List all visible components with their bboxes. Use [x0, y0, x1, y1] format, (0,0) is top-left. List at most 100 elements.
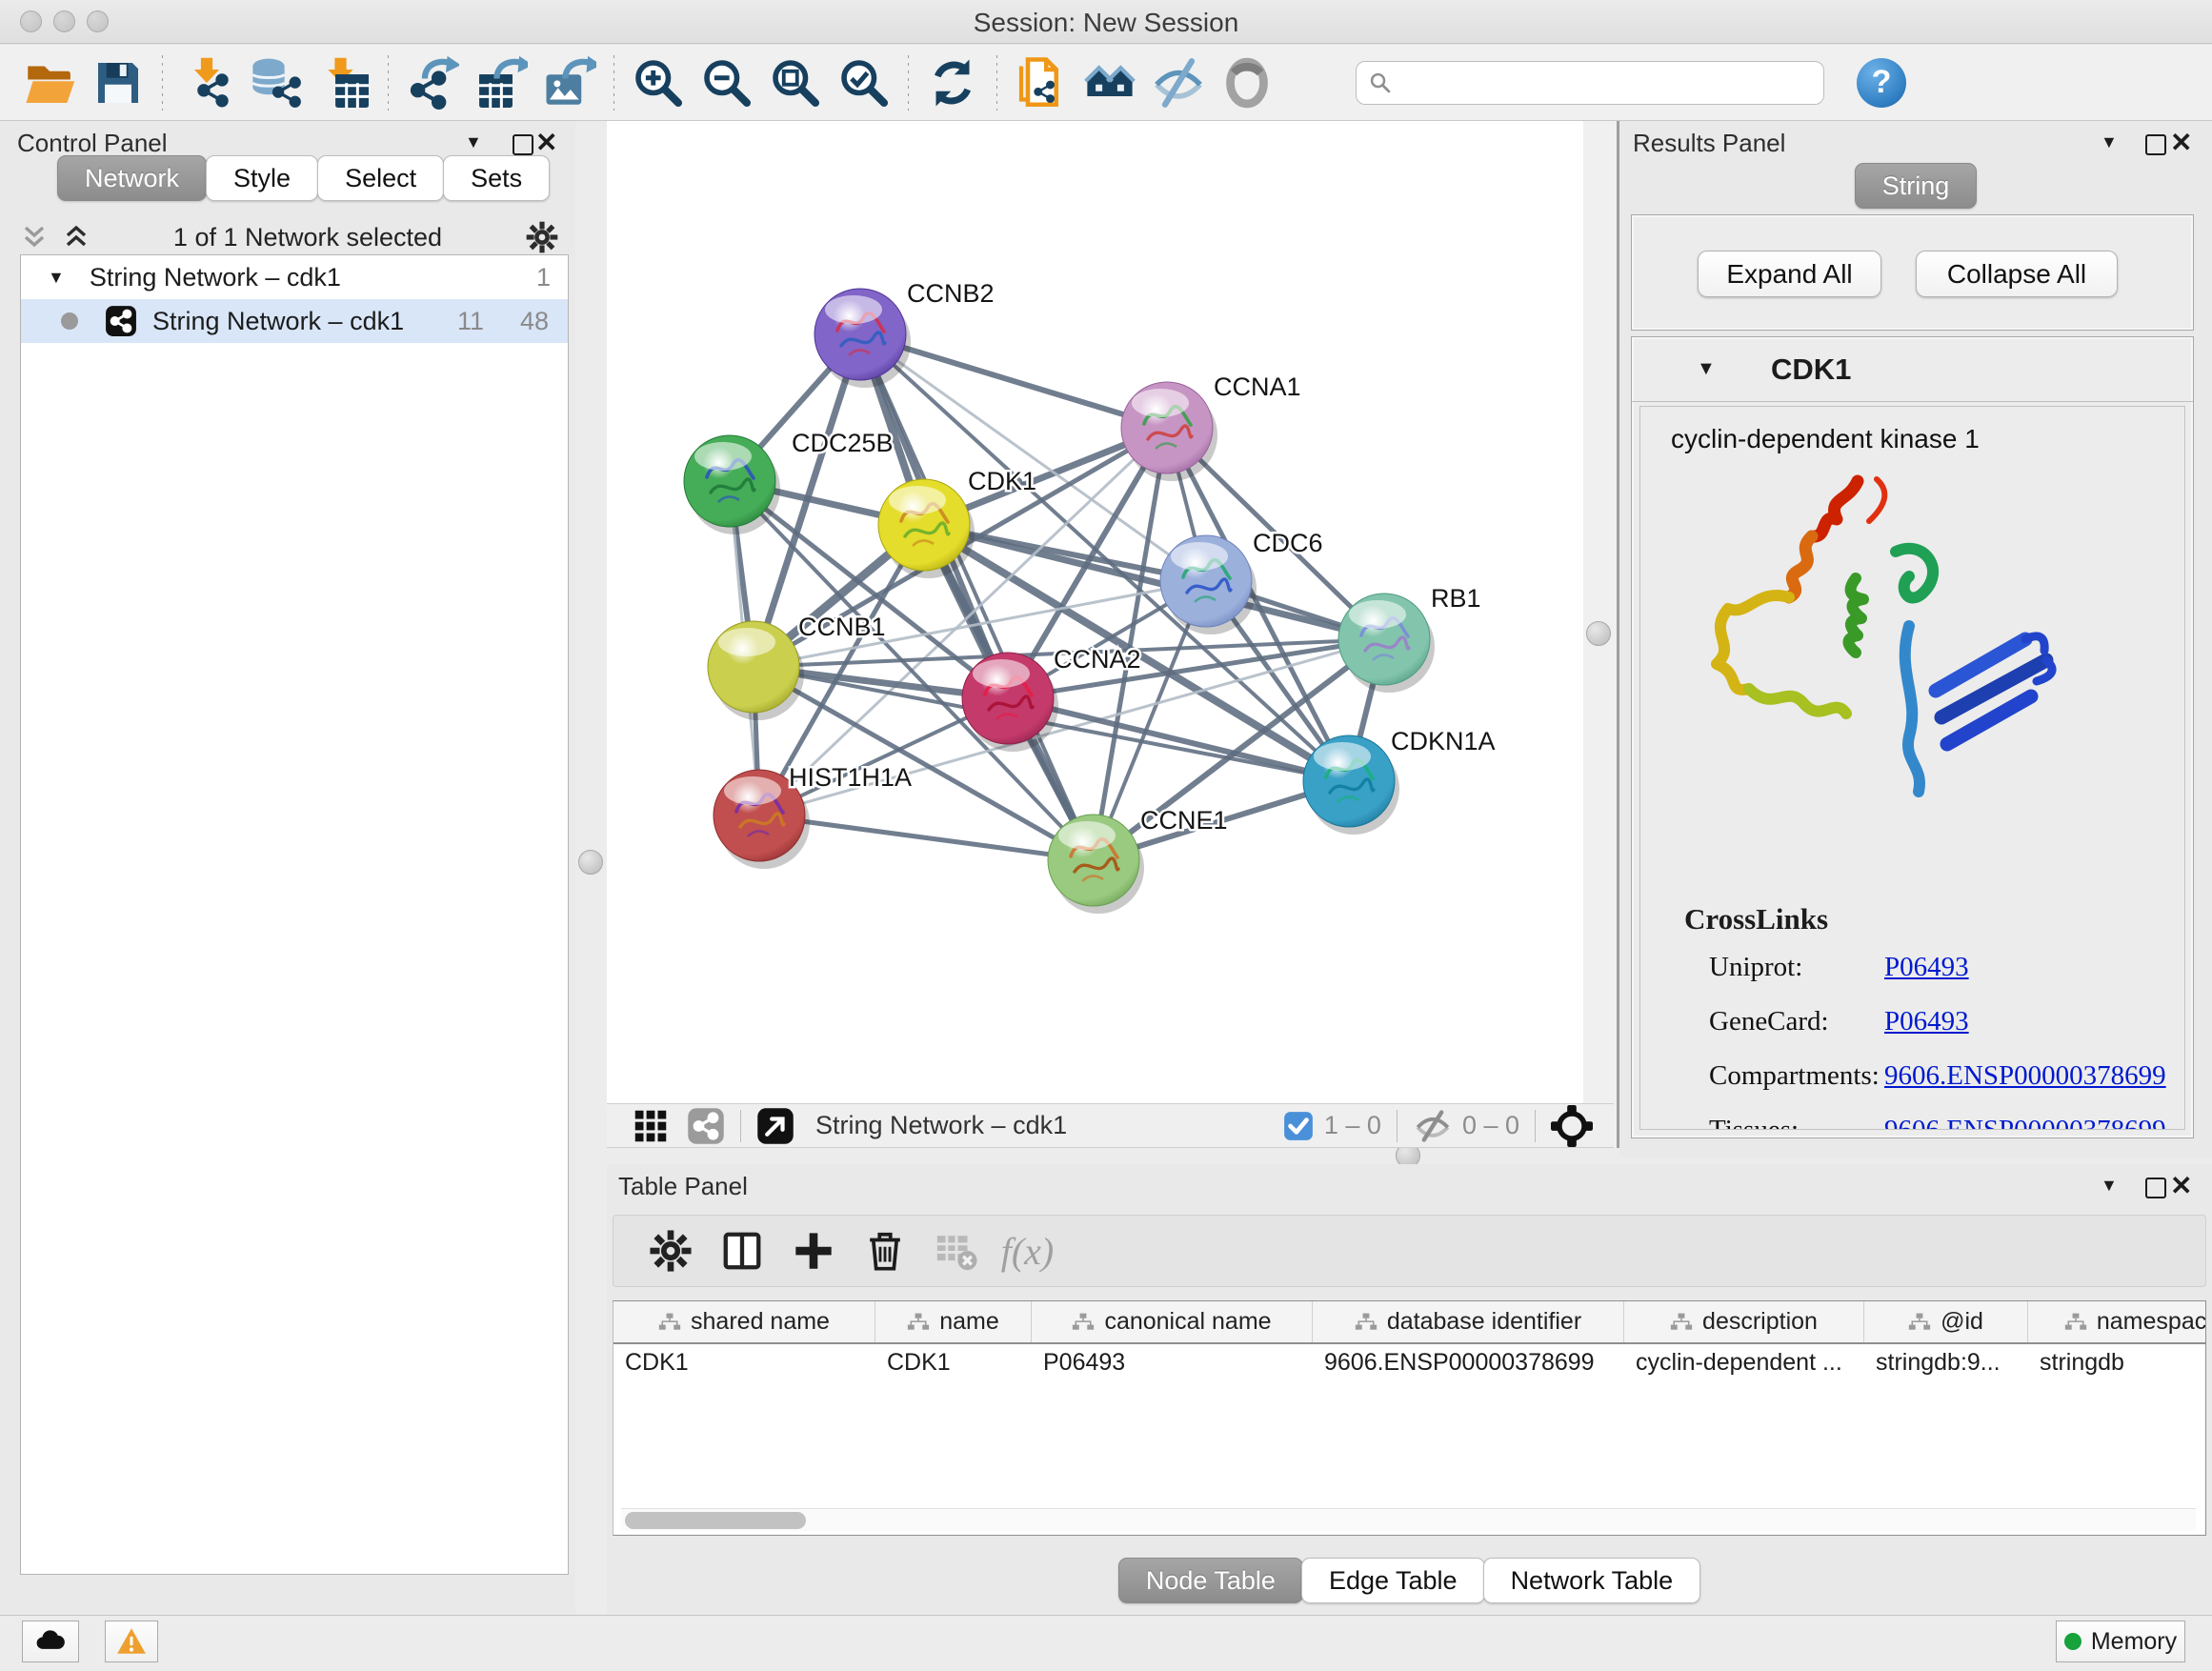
- network-node-RB1[interactable]: [1338, 594, 1435, 693]
- tree-expander-icon[interactable]: ▼: [48, 268, 65, 288]
- node-label-CCNE1: CCNE1: [1140, 806, 1228, 835]
- column-header--id[interactable]: @id: [1864, 1301, 2028, 1342]
- column-header-canonical-name[interactable]: canonical name: [1032, 1301, 1313, 1342]
- scrollbar-thumb[interactable]: [625, 1512, 806, 1529]
- crosslink-link[interactable]: P06493: [1884, 952, 1969, 983]
- show-eye-button[interactable]: [1213, 52, 1281, 113]
- network-options-gear-icon[interactable]: [525, 220, 559, 254]
- export-network-icon: [406, 56, 459, 110]
- tab-edge-table[interactable]: Edge Table: [1301, 1558, 1485, 1603]
- open-session-button[interactable]: [15, 52, 84, 113]
- search-field[interactable]: [1356, 61, 1824, 105]
- table-panel-collapse-icon[interactable]: ▼: [2101, 1176, 2118, 1196]
- search-input[interactable]: [1400, 68, 1812, 97]
- network-selected-status: 1 of 1 Network selected: [90, 223, 525, 252]
- control-panel-close-icon[interactable]: ✕: [535, 127, 557, 158]
- gene-collapse-icon[interactable]: ▼: [1697, 358, 1716, 380]
- import-network-from-database-button[interactable]: [241, 52, 310, 113]
- network-node-CDK1[interactable]: [878, 479, 975, 578]
- network-node-CCNA1[interactable]: [1121, 382, 1217, 481]
- tab-string[interactable]: String: [1855, 163, 1978, 209]
- network-node-CDC25B[interactable]: [684, 435, 780, 534]
- results-panel-float-icon[interactable]: [2145, 134, 2166, 155]
- tab-select[interactable]: Select: [317, 155, 444, 201]
- cell-shared-name[interactable]: CDK1: [613, 1349, 875, 1377]
- table-options-button[interactable]: [634, 1220, 706, 1281]
- tab-network[interactable]: Network: [57, 155, 207, 201]
- tab-node-table[interactable]: Node Table: [1118, 1558, 1303, 1603]
- network-canvas[interactable]: CCNB2CCNA1CDC25BCDK1CDC6RB1CCNB1CCNA2CDK…: [607, 121, 1583, 1103]
- table-panel-float-icon[interactable]: [2145, 1178, 2166, 1198]
- hidden-eye-slash-icon[interactable]: [1413, 1106, 1453, 1146]
- save-session-button[interactable]: [84, 52, 152, 113]
- cell-canonical-name[interactable]: P06493: [1032, 1349, 1313, 1377]
- column-header-name[interactable]: name: [875, 1301, 1032, 1342]
- tab-sets[interactable]: Sets: [443, 155, 550, 201]
- cell--id[interactable]: stringdb:9...: [1864, 1349, 2028, 1377]
- export-network-button[interactable]: [398, 52, 467, 113]
- memory-button[interactable]: Memory: [2056, 1621, 2185, 1662]
- cell-description[interactable]: cyclin-dependent ...: [1624, 1349, 1864, 1377]
- column-header-shared-name[interactable]: shared name: [613, 1301, 875, 1342]
- column-header-description[interactable]: description: [1624, 1301, 1864, 1342]
- string-home-button[interactable]: [1076, 52, 1144, 113]
- import-table-from-file-button[interactable]: [310, 52, 378, 113]
- cell-name[interactable]: CDK1: [875, 1349, 1032, 1377]
- fit-selected-crosshair-icon[interactable]: [1551, 1105, 1593, 1147]
- right-splitter[interactable]: [1583, 121, 1619, 1148]
- expand-all-button[interactable]: Expand All: [1698, 251, 1881, 297]
- column-header-database-identifier[interactable]: database identifier: [1313, 1301, 1624, 1342]
- zoom-in-button[interactable]: [624, 52, 693, 113]
- collapse-all-icon[interactable]: [20, 223, 49, 252]
- zoom-fit-button[interactable]: [761, 52, 830, 113]
- zoom-out-button[interactable]: [693, 52, 761, 113]
- cell-database-identifier[interactable]: 9606.ENSP00000378699: [1313, 1349, 1624, 1377]
- tab-style[interactable]: Style: [206, 155, 318, 201]
- table-row[interactable]: CDK1CDK1P064939606.ENSP00000378699cyclin…: [613, 1344, 2205, 1380]
- crosslink-link[interactable]: 9606.ENSP00000378699: [1884, 1115, 2166, 1130]
- share-document-button[interactable]: [1007, 52, 1076, 113]
- birdseye-grid-icon[interactable]: [632, 1107, 670, 1145]
- left-splitter[interactable]: [575, 121, 607, 1615]
- expand-all-icon[interactable]: [62, 223, 90, 252]
- column-header-namespace[interactable]: namespace: [2028, 1301, 2206, 1342]
- control-panel-collapse-icon[interactable]: ▼: [465, 132, 482, 152]
- help-button[interactable]: ?: [1857, 58, 1906, 108]
- collapse-all-button[interactable]: Collapse All: [1916, 251, 2118, 297]
- search-icon: [1368, 70, 1393, 95]
- results-panel-close-icon[interactable]: ✕: [2170, 127, 2192, 158]
- network-node-CDKN1A[interactable]: [1303, 735, 1399, 835]
- crosslinks-title: CrossLinks: [1684, 902, 2184, 936]
- node-label-RB1: RB1: [1431, 584, 1481, 613]
- warnings-button[interactable]: [105, 1621, 158, 1662]
- cloud-button[interactable]: [22, 1621, 79, 1662]
- network-row[interactable]: String Network – cdk1 11 48: [21, 299, 568, 343]
- network-collection-row[interactable]: ▼ String Network – cdk1 1: [21, 255, 568, 299]
- left-splitter-grip[interactable]: [578, 850, 603, 875]
- selected-checkbox-icon[interactable]: [1282, 1110, 1315, 1142]
- node-label-CDC25B: CDC25B: [792, 429, 894, 457]
- zoom-selected-button[interactable]: [830, 52, 898, 113]
- hide-results-button[interactable]: [1144, 52, 1213, 113]
- export-image-button[interactable]: [535, 52, 604, 113]
- table-panel-close-icon[interactable]: ✕: [2170, 1170, 2192, 1201]
- crosslink-link[interactable]: P06493: [1884, 1006, 1969, 1037]
- right-splitter-grip[interactable]: [1586, 621, 1611, 646]
- delete-column-button[interactable]: [849, 1220, 920, 1281]
- export-table-button[interactable]: [467, 52, 535, 113]
- add-column-button[interactable]: [777, 1220, 849, 1281]
- control-panel-float-icon[interactable]: [513, 134, 533, 155]
- cell-namespace[interactable]: stringdb: [2028, 1349, 2206, 1377]
- refresh-layout-button[interactable]: [918, 52, 987, 113]
- node-label-CDC6: CDC6: [1253, 529, 1323, 557]
- import-network-from-file-button[interactable]: [172, 52, 241, 113]
- results-panel-collapse-icon[interactable]: ▼: [2101, 132, 2118, 152]
- open-in-window-icon[interactable]: [756, 1107, 794, 1145]
- show-columns-button[interactable]: [706, 1220, 777, 1281]
- crosslink-link[interactable]: 9606.ENSP00000378699: [1884, 1060, 2166, 1092]
- window-titlebar: Session: New Session: [0, 0, 2212, 44]
- table-horizontal-scrollbar[interactable]: [621, 1508, 2196, 1531]
- column-type-icon: [1355, 1311, 1377, 1334]
- tab-network-table[interactable]: Network Table: [1483, 1558, 1701, 1603]
- string-share-icon[interactable]: [687, 1107, 725, 1145]
